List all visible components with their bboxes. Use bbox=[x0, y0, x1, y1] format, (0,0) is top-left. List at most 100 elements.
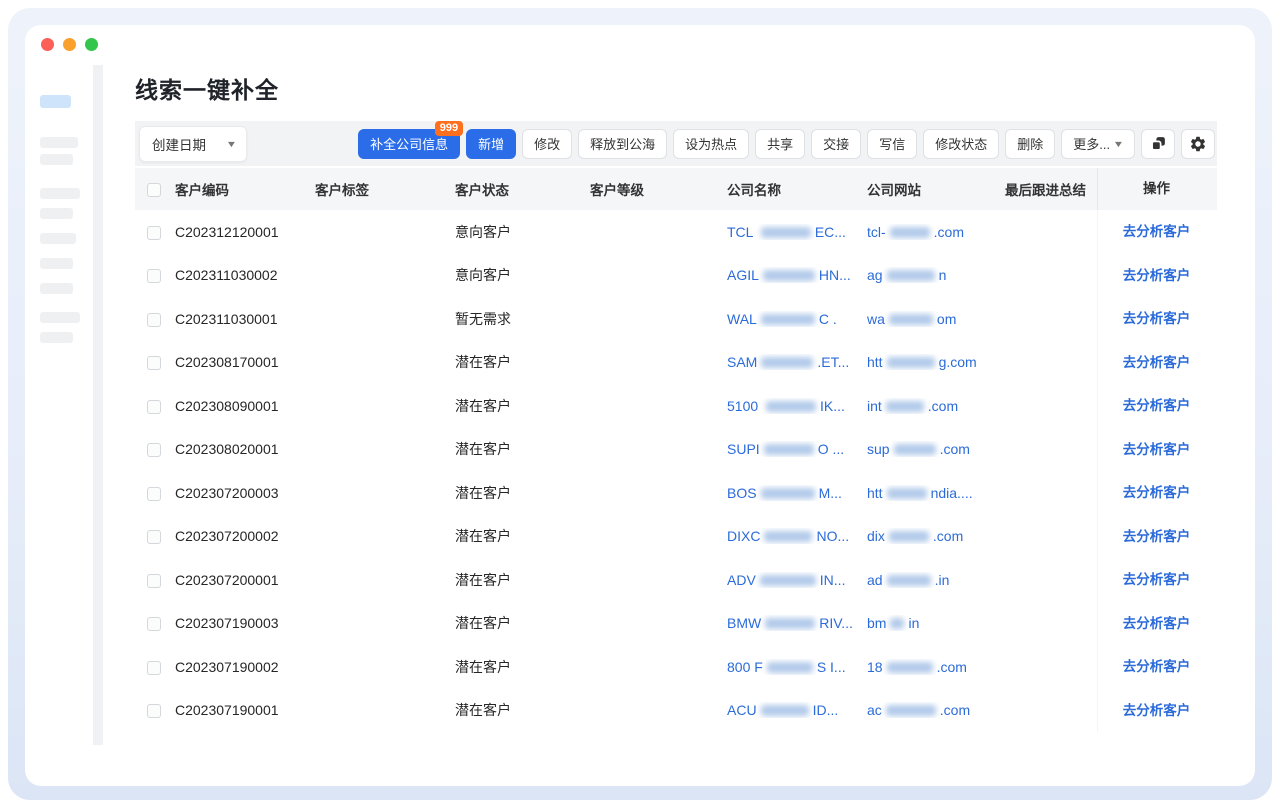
website-visible: sup bbox=[867, 441, 890, 457]
row-checkbox[interactable] bbox=[147, 704, 161, 718]
redacted-text bbox=[761, 357, 813, 368]
company-name-link[interactable]: 5100 IK... bbox=[727, 398, 867, 414]
analyze-customer-link[interactable]: 去分析客户 bbox=[1123, 355, 1191, 370]
website-visible: wa bbox=[867, 311, 885, 327]
apps-switch-button[interactable] bbox=[1141, 129, 1175, 159]
column-header-7: 操作 bbox=[1097, 168, 1215, 210]
row-checkbox[interactable] bbox=[147, 356, 161, 370]
company-name-link[interactable]: BOSM... bbox=[727, 485, 867, 501]
company-name-link[interactable]: DIXCNO... bbox=[727, 528, 867, 544]
customer-status: 潜在客户 bbox=[455, 439, 590, 459]
company-name-link[interactable]: AGILHN... bbox=[727, 267, 867, 283]
redacted-text bbox=[764, 531, 812, 542]
customer-code: C202312120001 bbox=[175, 224, 315, 240]
zoom-window-icon[interactable] bbox=[85, 38, 98, 51]
company-website-link[interactable]: tcl-.com bbox=[867, 224, 1005, 240]
analyze-customer-link[interactable]: 去分析客户 bbox=[1123, 224, 1191, 239]
analyze-customer-link[interactable]: 去分析客户 bbox=[1123, 485, 1191, 500]
settings-button[interactable] bbox=[1181, 129, 1215, 159]
website-visible: .in bbox=[935, 572, 950, 588]
company-name-link[interactable]: WALC . bbox=[727, 311, 867, 327]
row-checkbox[interactable] bbox=[147, 574, 161, 588]
column-header-4: 公司名称 bbox=[727, 179, 867, 199]
row-checkbox[interactable] bbox=[147, 400, 161, 414]
company-website-link[interactable]: ac.com bbox=[867, 702, 1005, 718]
analyze-customer-link[interactable]: 去分析客户 bbox=[1123, 529, 1191, 544]
toolbar-button-1[interactable]: 释放到公海 bbox=[578, 129, 667, 159]
add-button[interactable]: 新增 bbox=[466, 129, 516, 159]
company-website-link[interactable]: sup.com bbox=[867, 441, 1005, 457]
company-name-visible: IK... bbox=[820, 398, 845, 414]
table-row: C202307200001潜在客户ADVIN...ad.in去分析客户 bbox=[135, 558, 1217, 602]
company-name-link[interactable]: SAM.ET... bbox=[727, 354, 867, 370]
close-window-icon[interactable] bbox=[41, 38, 54, 51]
company-website-link[interactable]: httg.com bbox=[867, 354, 1005, 370]
website-visible: .com bbox=[934, 224, 964, 240]
company-name-link[interactable]: TCL EC... bbox=[727, 224, 867, 240]
website-visible: ac bbox=[867, 702, 882, 718]
company-name-visible: M... bbox=[819, 485, 842, 501]
sidebar-skeleton-item bbox=[40, 137, 78, 148]
company-website-link[interactable]: ad.in bbox=[867, 572, 1005, 588]
table-header: 客户编码客户标签客户状态客户等级公司名称公司网站最后跟进总结操作 bbox=[135, 168, 1217, 210]
more-button[interactable]: 更多... ▼ bbox=[1061, 129, 1135, 159]
company-name-link[interactable]: SUPIO ... bbox=[727, 441, 867, 457]
minimize-window-icon[interactable] bbox=[63, 38, 76, 51]
action-cell: 去分析客户 bbox=[1097, 645, 1215, 689]
toolbar-button-2[interactable]: 设为热点 bbox=[673, 129, 749, 159]
analyze-customer-link[interactable]: 去分析客户 bbox=[1123, 398, 1191, 413]
row-checkbox[interactable] bbox=[147, 487, 161, 501]
chevron-down-icon: ▼ bbox=[1113, 139, 1125, 149]
row-checkbox[interactable] bbox=[147, 313, 161, 327]
date-filter-select[interactable]: 创建日期 ▼ bbox=[139, 126, 247, 162]
analyze-customer-link[interactable]: 去分析客户 bbox=[1123, 616, 1191, 631]
toolbar-button-7[interactable]: 删除 bbox=[1005, 129, 1055, 159]
analyze-customer-link[interactable]: 去分析客户 bbox=[1123, 311, 1191, 326]
row-checkbox[interactable] bbox=[147, 617, 161, 631]
company-website-link[interactable]: 18.com bbox=[867, 659, 1005, 675]
row-checkbox[interactable] bbox=[147, 530, 161, 544]
complete-company-info-button[interactable]: 补全公司信息 999 bbox=[358, 129, 460, 159]
analyze-customer-link[interactable]: 去分析客户 bbox=[1123, 659, 1191, 674]
analyze-customer-link[interactable]: 去分析客户 bbox=[1123, 268, 1191, 283]
redacted-text bbox=[887, 662, 933, 673]
select-all-checkbox[interactable] bbox=[147, 183, 161, 197]
redacted-text bbox=[765, 618, 815, 629]
table-row: C202307200003潜在客户BOSM...httndia....去分析客户 bbox=[135, 471, 1217, 515]
company-name-link[interactable]: ADVIN... bbox=[727, 572, 867, 588]
sidebar-skeleton-item bbox=[40, 283, 73, 294]
row-checkbox[interactable] bbox=[147, 226, 161, 240]
website-visible: g.com bbox=[939, 354, 977, 370]
row-select-cell bbox=[135, 441, 175, 457]
toolbar-button-3[interactable]: 共享 bbox=[755, 129, 805, 159]
column-header-6: 最后跟进总结 bbox=[1005, 179, 1097, 199]
toolbar-button-4[interactable]: 交接 bbox=[811, 129, 861, 159]
company-website-link[interactable]: agn bbox=[867, 267, 1005, 283]
redacted-text bbox=[766, 401, 816, 412]
analyze-customer-link[interactable]: 去分析客户 bbox=[1123, 703, 1191, 718]
sidebar-skeleton-item bbox=[40, 188, 80, 199]
row-checkbox[interactable] bbox=[147, 443, 161, 457]
company-website-link[interactable]: httndia.... bbox=[867, 485, 1005, 501]
customer-status: 潜在客户 bbox=[455, 483, 590, 503]
company-name-link[interactable]: 800 FS I... bbox=[727, 659, 867, 675]
company-website-link[interactable]: dix.com bbox=[867, 528, 1005, 544]
toolbar-button-5[interactable]: 写信 bbox=[867, 129, 917, 159]
toolbar-button-0[interactable]: 修改 bbox=[522, 129, 572, 159]
row-checkbox[interactable] bbox=[147, 661, 161, 675]
analyze-customer-link[interactable]: 去分析客户 bbox=[1123, 442, 1191, 457]
company-website-link[interactable]: bmin bbox=[867, 615, 1005, 631]
customer-status: 潜在客户 bbox=[455, 613, 590, 633]
toolbar-button-6[interactable]: 修改状态 bbox=[923, 129, 999, 159]
company-name-link[interactable]: ACUID... bbox=[727, 702, 867, 718]
company-website-link[interactable]: int.com bbox=[867, 398, 1005, 414]
action-cell: 去分析客户 bbox=[1097, 210, 1215, 254]
table-row: C202308020001潜在客户SUPIO ...sup.com去分析客户 bbox=[135, 428, 1217, 472]
company-name-link[interactable]: BMWRIV... bbox=[727, 615, 867, 631]
analyze-customer-link[interactable]: 去分析客户 bbox=[1123, 572, 1191, 587]
website-visible: .com bbox=[937, 659, 967, 675]
company-website-link[interactable]: waom bbox=[867, 311, 1005, 327]
sidebar-skeleton-item bbox=[40, 332, 73, 343]
row-checkbox[interactable] bbox=[147, 269, 161, 283]
customer-code: C202307200002 bbox=[175, 528, 315, 544]
